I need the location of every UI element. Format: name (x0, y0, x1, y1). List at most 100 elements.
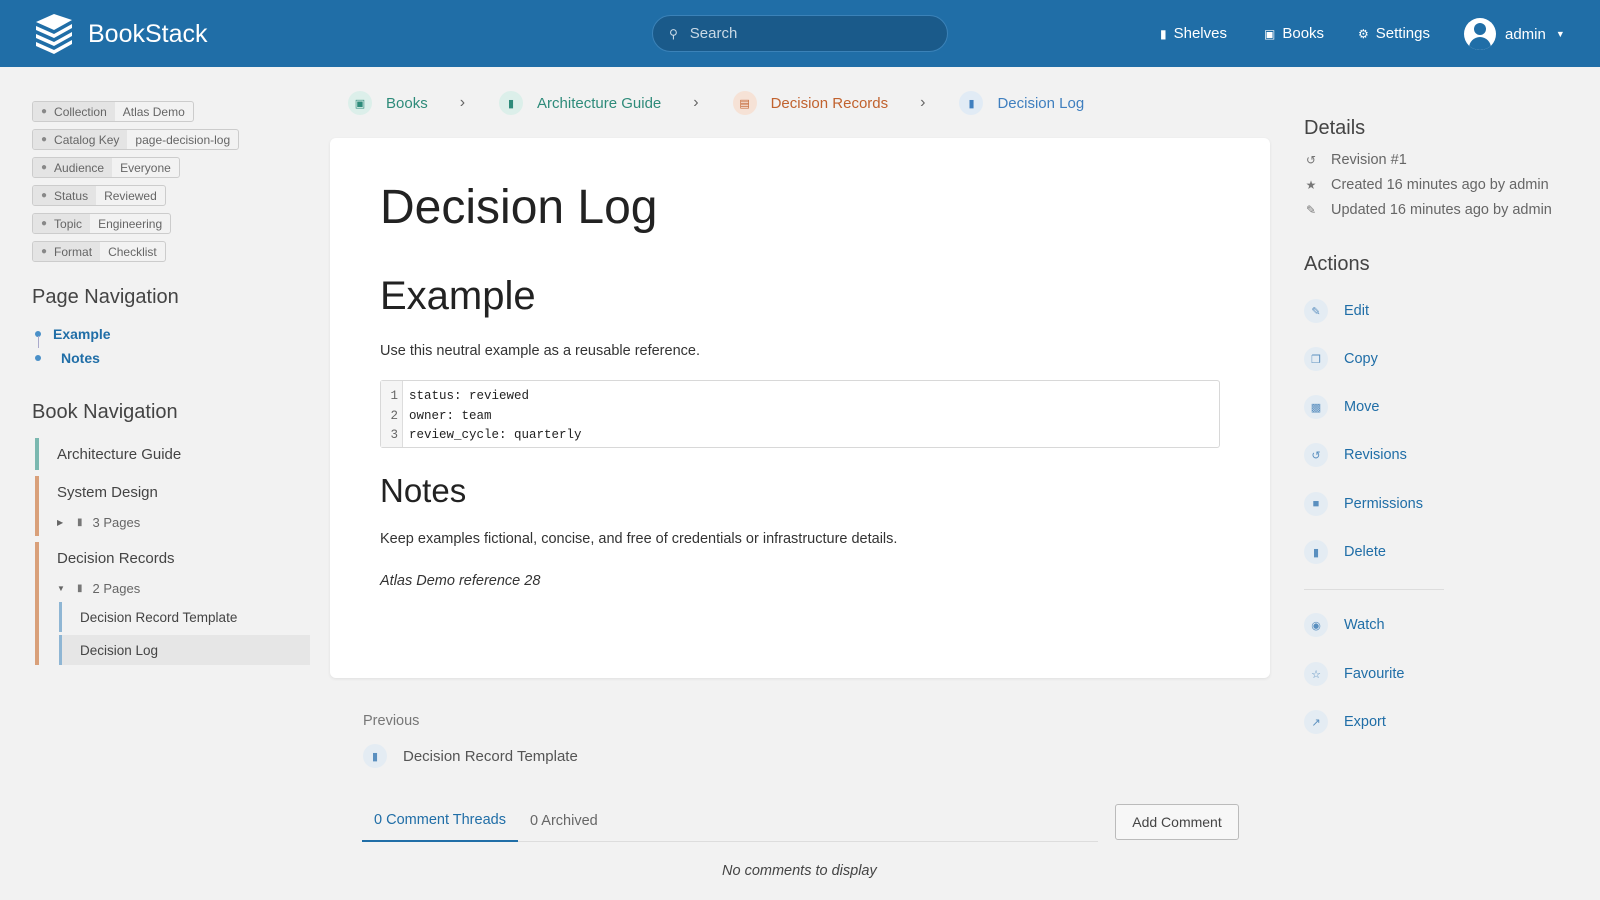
tab-comment-threads[interactable]: 0 Comment Threads (362, 800, 518, 842)
page-icon: ▮ (77, 582, 83, 594)
action-watch[interactable]: ◉ Watch (1304, 613, 1385, 637)
chapter-pages-toggle[interactable]: ▶ ▮ 3 Pages (57, 508, 310, 536)
tab-archived[interactable]: 0 Archived (530, 800, 598, 842)
search-icon: ⚲ (669, 26, 678, 41)
book-nav-chapter: Decision Records ▼ ▮ 2 Pages Decision Re… (35, 542, 310, 665)
nav-settings[interactable]: ⚙ Settings (1358, 0, 1430, 67)
page-navigation: Example Notes (35, 322, 111, 370)
chapter-title[interactable]: System Design (57, 476, 310, 508)
page-nav-item-notes[interactable]: Notes (35, 346, 111, 370)
avatar (1464, 18, 1496, 50)
detail-created: ★ Created 16 minutes ago by admin (1305, 177, 1549, 193)
code-block: 1 2 3 status: reviewed owner: team revie… (380, 380, 1220, 448)
tag-item[interactable]: ● Audience Everyone (32, 157, 180, 178)
copy-icon: ❐ (1304, 347, 1328, 371)
actions-divider (1304, 589, 1444, 590)
tag-item[interactable]: ● Status Reviewed (32, 185, 166, 206)
action-edit[interactable]: ✎ Edit (1304, 299, 1369, 323)
tag-item[interactable]: ● Catalog Key page-decision-log (32, 129, 240, 150)
tag-item[interactable]: ● Format Checklist (32, 241, 166, 262)
page-content-card: Decision Log Example Use this neutral ex… (330, 138, 1270, 678)
user-menu[interactable]: admin ▼ (1464, 18, 1565, 50)
page-icon: ▮ (959, 91, 984, 115)
action-export[interactable]: ↗ Export (1304, 710, 1386, 734)
detail-revision[interactable]: ↺ Revision #1 (1304, 152, 1407, 168)
section-paragraph: Use this neutral example as a reusable r… (380, 343, 700, 359)
page-nav-item-example[interactable]: Example (35, 322, 111, 346)
pencil-icon: ✎ (1304, 299, 1328, 323)
breadcrumb-page[interactable]: ▮ Decision Log (959, 91, 1084, 115)
history-icon: ↺ (1305, 153, 1317, 167)
export-icon: ↗ (1304, 710, 1328, 734)
breadcrumb-chapter[interactable]: ▤ Decision Records (732, 91, 888, 115)
actions-title: Actions (1304, 253, 1370, 275)
caret-down-icon: ▼ (1555, 29, 1565, 39)
chapter-pages-toggle[interactable]: ▼ ▮ 2 Pages (57, 574, 310, 602)
empty-comments-message: No comments to display (722, 863, 877, 879)
search-box[interactable]: ⚲ (652, 15, 948, 52)
caret-down-icon: ▼ (57, 583, 65, 593)
page-title: Decision Log (380, 181, 658, 234)
tag-item[interactable]: ● Collection Atlas Demo (32, 101, 194, 122)
chapter-page-item[interactable]: Decision Record Template (59, 602, 310, 632)
page-navigation-title: Page Navigation (32, 286, 179, 308)
tag-icon: ● (41, 106, 48, 117)
action-move[interactable]: ▩ Move (1304, 395, 1379, 419)
add-comment-button[interactable]: Add Comment (1115, 804, 1239, 840)
action-permissions[interactable]: ■ Permissions (1304, 492, 1423, 516)
bullet-icon (35, 355, 41, 361)
chevron-right-icon: › (459, 94, 466, 111)
action-revisions[interactable]: ↺ Revisions (1304, 443, 1407, 467)
action-copy[interactable]: ❐ Copy (1304, 347, 1378, 371)
code-line: review_cycle: quarterly (409, 428, 582, 442)
code-lines: status: reviewed owner: team review_cycl… (409, 387, 582, 446)
book-navigation: Architecture Guide System Design ▶ ▮ 3 P… (35, 438, 310, 668)
detail-updated: ✎ Updated 16 minutes ago by admin (1305, 202, 1552, 218)
nav-shelves[interactable]: ▮ Shelves (1160, 0, 1227, 67)
tag-item[interactable]: ● Topic Engineering (32, 213, 172, 234)
breadcrumb-books[interactable]: ▣ Books (348, 91, 428, 115)
top-header: BookStack ⚲ ▮ Shelves ▣ Books ⚙ Settings… (0, 0, 1600, 67)
user-name: admin (1505, 25, 1546, 43)
books-icon: ▣ (1264, 26, 1276, 41)
breadcrumb-book[interactable]: ▮ Architecture Guide (499, 91, 661, 115)
trash-icon: ▮ (1304, 540, 1328, 564)
star-icon: ★ (1305, 178, 1317, 192)
page-icon: ▮ (77, 516, 83, 528)
tag-icon: ● (41, 246, 48, 257)
shelves-icon: ▮ (1160, 26, 1167, 41)
eye-icon: ◉ (1304, 613, 1328, 637)
star-icon: ☆ (1304, 662, 1328, 686)
caret-right-icon: ▶ (57, 517, 64, 527)
section-paragraph: Keep examples fictional, concise, and fr… (380, 531, 898, 547)
search-input[interactable] (689, 25, 920, 42)
books-icon: ▣ (348, 91, 372, 115)
chevron-right-icon: › (693, 94, 699, 111)
app-name: BookStack (88, 19, 208, 48)
history-icon: ↺ (1304, 443, 1328, 467)
book-icon: ▮ (499, 91, 524, 115)
previous-page-link[interactable]: ▮ Decision Record Template (363, 744, 578, 768)
page-icon: ▮ (363, 744, 387, 768)
chapter-title[interactable]: Decision Records (57, 542, 310, 574)
tag-list: ● Collection Atlas Demo ● Catalog Key page-d… (32, 101, 240, 269)
app-logo[interactable]: BookStack (32, 14, 208, 54)
chevron-right-icon: › (920, 94, 926, 111)
chapter-page-item-active[interactable]: Decision Log (59, 635, 310, 665)
gear-icon: ⚙ (1358, 26, 1369, 41)
tag-icon: ● (41, 134, 48, 145)
nav-books[interactable]: ▣ Books (1264, 0, 1324, 67)
action-delete[interactable]: ▮ Delete (1304, 540, 1386, 564)
section-heading-example: Example (380, 274, 536, 318)
code-line: status: reviewed (409, 389, 530, 403)
tag-icon: ● (41, 218, 48, 229)
comment-tabs: 0 Comment Threads 0 Archived (362, 800, 1098, 842)
action-favourite[interactable]: ☆ Favourite (1304, 662, 1404, 686)
code-line: owner: team (409, 408, 492, 423)
book-navigation-title: Book Navigation (32, 401, 178, 423)
book-nav-book[interactable]: Architecture Guide (35, 438, 310, 470)
bookstack-logo-icon (36, 14, 72, 54)
tag-icon: ● (41, 162, 48, 173)
details-title: Details (1304, 117, 1366, 139)
lock-icon: ■ (1304, 492, 1328, 516)
